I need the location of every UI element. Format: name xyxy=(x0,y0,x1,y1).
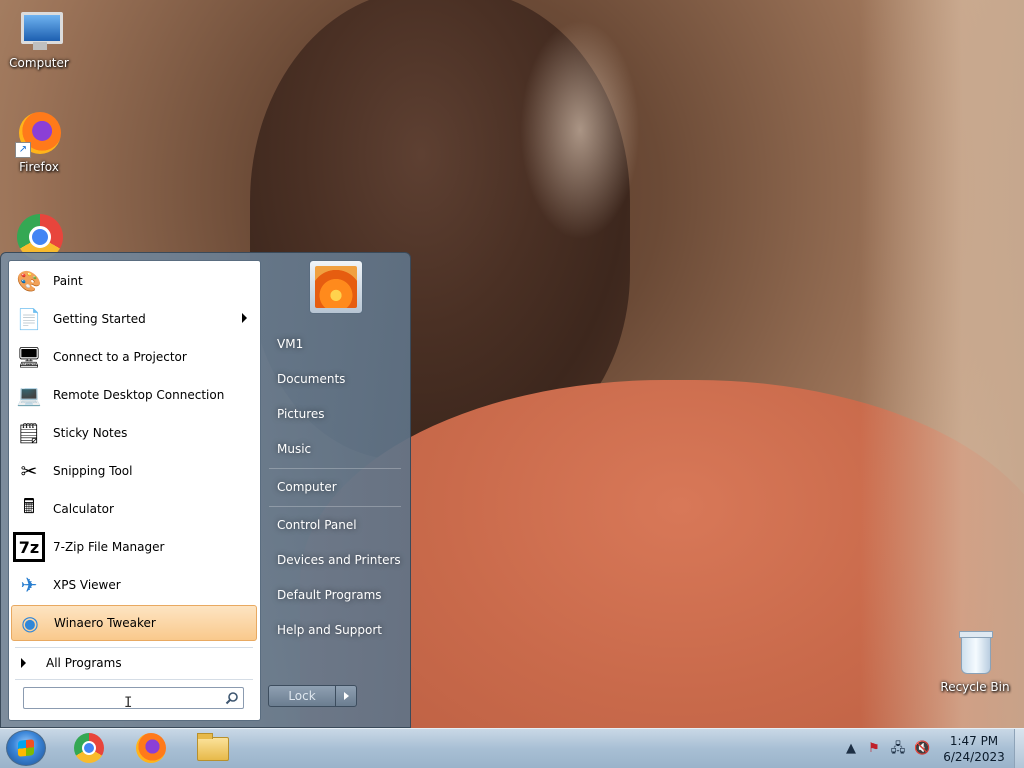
projector-icon: 🖥 xyxy=(16,345,42,369)
start-link-control-panel[interactable]: Control Panel xyxy=(269,510,403,540)
all-programs-button[interactable]: All Programs xyxy=(13,651,257,675)
file-explorer-icon xyxy=(197,733,229,761)
program-label: 7-Zip File Manager xyxy=(53,540,165,554)
start-link-default-programs[interactable]: Default Programs xyxy=(269,580,403,610)
7zip-icon: 7z xyxy=(13,532,45,562)
getting-started-icon: 📄 xyxy=(16,307,42,331)
start-link-music[interactable]: Music xyxy=(269,434,403,464)
chrome-icon xyxy=(74,733,104,763)
taskbar-explorer-button[interactable] xyxy=(195,731,231,765)
menu-separator xyxy=(269,468,401,469)
program-7zip-file-manager[interactable]: 7z 7-Zip File Manager xyxy=(11,529,257,565)
expand-arrow-icon xyxy=(21,658,26,668)
program-label: Paint xyxy=(53,274,83,288)
volume-muted-icon[interactable]: 🔇 xyxy=(914,741,930,757)
program-label: Calculator xyxy=(53,502,114,516)
windows-logo-icon xyxy=(18,739,34,757)
submenu-arrow-icon xyxy=(242,313,247,323)
sticky-notes-icon: 🗒 xyxy=(16,421,42,445)
program-getting-started[interactable]: 📄 Getting Started xyxy=(11,301,257,337)
start-link-pictures[interactable]: Pictures xyxy=(269,399,403,429)
xps-viewer-icon: ✈ xyxy=(20,573,38,597)
shortcut-arrow-icon: ↗ xyxy=(15,142,31,158)
computer-icon xyxy=(15,6,63,54)
menu-separator xyxy=(15,679,253,680)
remote-desktop-icon: 💻 xyxy=(16,383,42,407)
desktop-icon-computer[interactable]: Computer xyxy=(1,6,77,70)
program-label: Sticky Notes xyxy=(53,426,128,440)
program-label: Winaero Tweaker xyxy=(54,616,156,630)
winaero-tweaker-icon: ◉ xyxy=(21,611,39,635)
calculator-icon: 🖩 xyxy=(23,494,35,518)
start-menu-programs-pane: 🎨 Paint 📄 Getting Started 🖥 Connect to a… xyxy=(8,260,261,721)
taskbar: ▲ ⚑ 🖧 🔇 1:47 PM 6/24/2023 xyxy=(0,728,1024,768)
program-label: XPS Viewer xyxy=(53,578,121,592)
clock-time: 1:47 PM xyxy=(949,734,999,748)
paint-icon: 🎨 xyxy=(16,269,42,293)
desktop-icon-label: Firefox xyxy=(19,160,59,174)
start-link-help-and-support[interactable]: Help and Support xyxy=(269,615,403,645)
recycle-bin-icon xyxy=(951,630,999,678)
start-link-documents[interactable]: Documents xyxy=(269,364,403,394)
all-programs-label: All Programs xyxy=(46,656,122,670)
menu-separator xyxy=(15,647,253,648)
start-search-input[interactable] xyxy=(23,687,244,709)
shutdown-options-arrow-button[interactable] xyxy=(335,685,357,707)
program-calculator[interactable]: 🖩 Calculator xyxy=(11,491,257,527)
program-remote-desktop-connection[interactable]: 💻 Remote Desktop Connection xyxy=(11,377,257,413)
wallpaper-highlight xyxy=(520,20,640,240)
program-sticky-notes[interactable]: 🗒 Sticky Notes xyxy=(11,415,257,451)
start-link-vm1[interactable]: VM1 xyxy=(269,329,403,359)
start-link-devices-and-printers[interactable]: Devices and Printers xyxy=(269,545,403,575)
program-snipping-tool[interactable]: ✂ Snipping Tool xyxy=(11,453,257,489)
program-label: Remote Desktop Connection xyxy=(53,388,225,402)
user-picture[interactable] xyxy=(309,260,363,314)
clock-date: 6/24/2023 xyxy=(943,750,1005,764)
search-icon[interactable] xyxy=(225,691,239,705)
taskbar-chrome-button[interactable] xyxy=(70,731,106,765)
show-desktop-button[interactable] xyxy=(1014,729,1024,768)
action-center-flag-icon[interactable]: ⚑ xyxy=(866,741,882,757)
desktop-icon-label: Recycle Bin xyxy=(940,680,1010,694)
network-icon[interactable]: 🖧 xyxy=(890,741,906,757)
program-paint[interactable]: 🎨 Paint xyxy=(11,263,257,299)
clock[interactable]: 1:47 PM 6/24/2023 xyxy=(938,733,1010,765)
snipping-tool-icon: ✂ xyxy=(20,459,38,483)
program-label: Connect to a Projector xyxy=(53,350,187,364)
start-button[interactable] xyxy=(6,730,46,766)
start-link-computer[interactable]: Computer xyxy=(269,472,403,502)
taskbar-firefox-button[interactable] xyxy=(132,731,168,765)
desktop-icon-recycle-bin[interactable]: Recycle Bin xyxy=(937,630,1013,694)
show-hidden-icons-arrow[interactable]: ▲ xyxy=(843,741,859,757)
text-cursor-icon: I xyxy=(124,695,133,711)
program-connect-to-a-projector[interactable]: 🖥 Connect to a Projector xyxy=(11,339,257,375)
firefox-icon: ↗ xyxy=(15,110,63,158)
desktop-icon-label: Computer xyxy=(9,56,69,70)
flower-avatar-icon xyxy=(315,266,357,308)
program-label: Getting Started xyxy=(53,312,146,326)
program-label: Snipping Tool xyxy=(53,464,133,478)
firefox-icon xyxy=(136,733,166,763)
lock-button[interactable]: Lock xyxy=(268,685,336,707)
start-menu: 🎨 Paint 📄 Getting Started 🖥 Connect to a… xyxy=(0,252,411,728)
wallpaper-light xyxy=(860,0,1024,728)
program-winaero-tweaker[interactable]: ◉ Winaero Tweaker xyxy=(11,605,257,641)
program-xps-viewer[interactable]: ✈ XPS Viewer xyxy=(11,567,257,603)
desktop-icon-firefox[interactable]: ↗ Firefox xyxy=(1,110,77,174)
menu-separator xyxy=(269,506,401,507)
